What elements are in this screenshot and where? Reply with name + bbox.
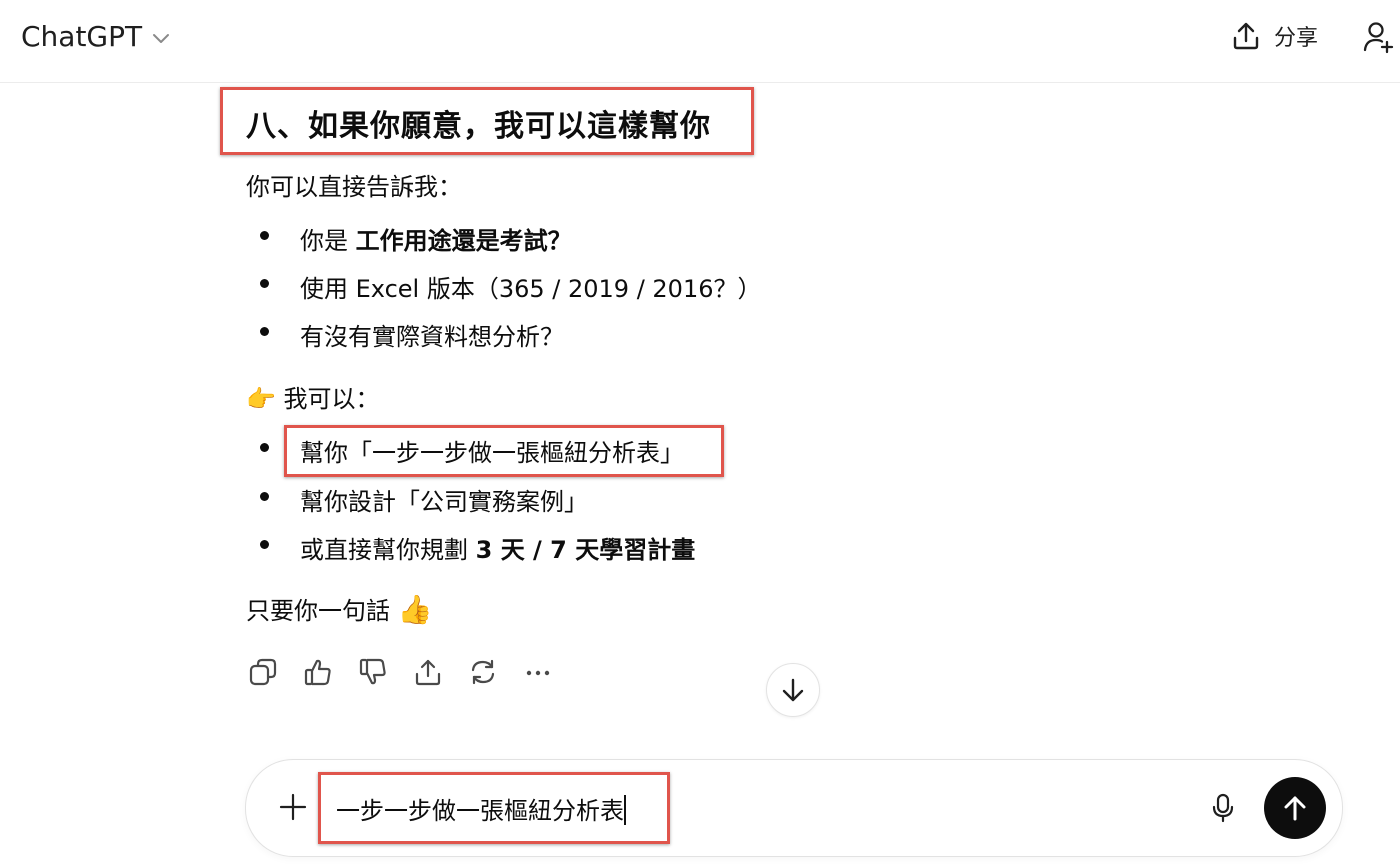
list-item: 幫你設計「公司實務案例」 [300,488,588,516]
model-switcher[interactable]: ChatGPT [21,20,170,53]
copy-icon [249,658,276,685]
send-button[interactable] [1264,777,1326,839]
plus-icon [279,793,307,821]
message-composer: 一步一步做一張樞紐分析表 [245,759,1343,857]
share-message-button[interactable] [411,655,444,688]
message-input[interactable]: 一步一步做一張樞紐分析表 [336,791,626,826]
thumbs-up-emoji-icon: 👍 [397,593,433,626]
bullet-dot [260,540,269,549]
share-button[interactable]: 分享 [1232,20,1318,52]
list-item-text: 你是 [300,227,356,255]
thumbs-up-button[interactable] [301,655,334,688]
closing-line: 只要你一句話 👍 [246,591,433,626]
voice-input-button[interactable] [1209,792,1237,828]
message-input-value: 一步一步做一張樞紐分析表 [336,797,624,825]
offer-label: 我可以： [283,385,380,413]
attach-button[interactable] [278,792,308,826]
conversation-area: 八、如果你願意，我可以這樣幫你 你可以直接告訴我： 你是 工作用途還是考試？ 使… [0,83,1400,864]
top-bar: ChatGPT 分享 [0,0,1400,83]
bullet-dot [260,492,269,501]
list-item-text: 或直接幫你規劃 [300,536,476,564]
thumbs-up-icon [304,659,331,685]
text-caret [624,795,626,825]
share-label: 分享 [1274,26,1319,51]
bullet-dot [260,279,269,288]
more-options-button[interactable] [521,655,554,688]
list-item: 使用 Excel 版本（365 / 2019 / 2016？） [300,275,762,303]
message-actions [246,655,554,688]
list-item: 有沒有實際資料想分析？ [300,323,564,351]
list-item-bold-text: 3 天 / 7 天學習計畫 [475,536,696,564]
add-user-button[interactable] [1362,20,1394,58]
thumbs-down-button[interactable] [356,655,389,688]
scroll-to-bottom-button[interactable] [766,663,820,717]
thumbs-down-icon [359,658,386,684]
share-icon [1233,22,1259,50]
offer-line: 👉 我可以： [246,379,380,414]
copy-button[interactable] [246,655,279,688]
chevron-down-icon [153,33,170,43]
pointing-hand-icon: 👉 [246,385,276,413]
regenerate-button[interactable] [466,655,499,688]
regenerate-icon [471,659,494,684]
arrow-down-icon [782,678,804,702]
microphone-icon [1212,793,1234,823]
list-item-bold-text: 工作用途還是考試？ [355,227,572,255]
list-item: 你是 工作用途還是考試？ [300,221,572,256]
message-intro: 你可以直接告訴我： [246,173,462,201]
more-horizontal-icon [526,670,549,675]
list-item: 幫你「一步一步做一張樞紐分析表」 [300,439,684,467]
arrow-up-icon [1284,796,1306,821]
bullet-dot [260,443,269,452]
app-title: ChatGPT [21,20,143,53]
list-item: 或直接幫你規劃 3 天 / 7 天學習計畫 [300,530,695,565]
closing-text: 只要你一句話 [246,597,390,625]
bullet-dot [260,327,269,336]
share-icon [415,659,440,685]
bullet-dot [260,231,269,240]
message-heading: 八、如果你願意，我可以這樣幫你 [246,109,711,144]
add-user-icon [1363,22,1394,54]
